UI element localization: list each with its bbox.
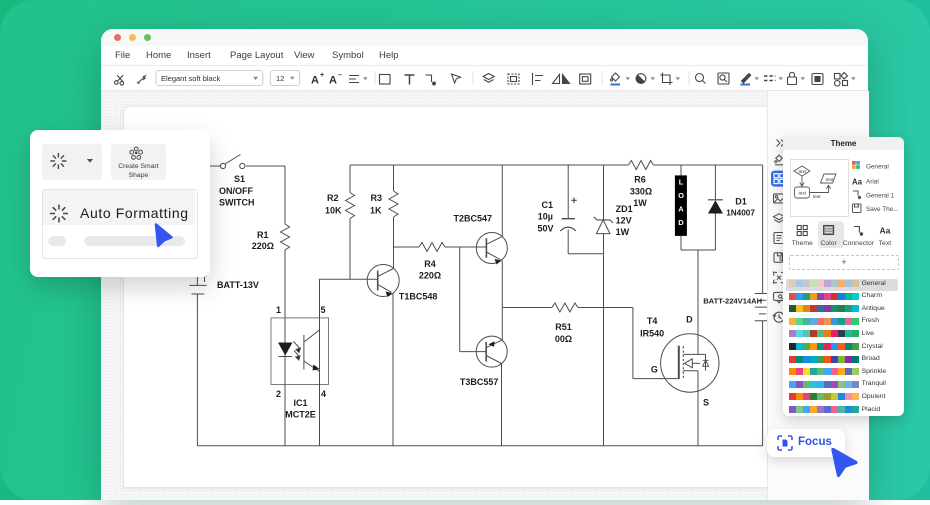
svg-text:A: A	[678, 205, 684, 214]
svg-text:1N4007: 1N4007	[726, 209, 755, 218]
svg-text:00Ω: 00Ω	[555, 334, 572, 344]
svg-text:1W: 1W	[616, 227, 630, 237]
svg-text:Aa: Aa	[879, 226, 890, 236]
svg-text:text: text	[798, 169, 806, 174]
svg-text:L: L	[679, 178, 684, 187]
svg-text:BATT-224V14AH: BATT-224V14AH	[703, 297, 762, 306]
svg-text:220Ω: 220Ω	[252, 241, 274, 251]
svg-text:R3: R3	[370, 193, 382, 203]
svg-text:R4: R4	[424, 259, 436, 269]
svg-text:4: 4	[321, 389, 326, 399]
svg-text:O: O	[678, 191, 684, 200]
svg-text:MCT2E: MCT2E	[285, 410, 316, 420]
svg-text:S: S	[703, 398, 709, 408]
svg-text:T1BC548: T1BC548	[399, 292, 438, 302]
svg-text:IC1: IC1	[293, 398, 307, 408]
svg-text:T4: T4	[647, 316, 658, 326]
svg-text:1W: 1W	[633, 198, 647, 208]
svg-text:Color: Color	[820, 240, 837, 247]
svg-text:Theme: Theme	[792, 240, 813, 247]
svg-text:Text: Text	[879, 240, 892, 247]
svg-text:BATT-13V: BATT-13V	[217, 280, 259, 290]
svg-text:IR540: IR540	[640, 329, 664, 339]
svg-text:330Ω: 330Ω	[630, 187, 652, 197]
svg-text:Save The...: Save The...	[866, 206, 899, 213]
svg-text:T3BC557: T3BC557	[460, 377, 499, 387]
svg-text:50V: 50V	[537, 224, 553, 234]
svg-text:10µ: 10µ	[538, 212, 553, 222]
svg-text:2: 2	[276, 389, 281, 399]
svg-text:text: text	[826, 177, 834, 182]
svg-text:D1: D1	[735, 197, 747, 207]
svg-text:C1: C1	[541, 200, 553, 210]
svg-text:D: D	[678, 218, 684, 227]
svg-text:5: 5	[321, 305, 326, 315]
svg-text:Connector: Connector	[843, 240, 875, 247]
svg-text:General 1: General 1	[866, 193, 895, 200]
svg-text:R1: R1	[257, 230, 269, 240]
svg-text:text: text	[798, 190, 806, 195]
svg-text:10K: 10K	[325, 206, 342, 216]
svg-text:ZD1: ZD1	[616, 204, 633, 214]
svg-text:1K: 1K	[370, 206, 382, 216]
svg-text:General: General	[866, 164, 889, 171]
svg-text:1: 1	[276, 305, 281, 315]
svg-text:D: D	[686, 315, 693, 325]
svg-text:R6: R6	[634, 175, 646, 185]
svg-text:S1: S1	[234, 174, 245, 184]
svg-text:220Ω: 220Ω	[419, 271, 441, 281]
svg-text:G: G	[651, 365, 658, 375]
svg-text:R51: R51	[555, 322, 572, 332]
svg-text:text: text	[813, 194, 821, 199]
svg-text:T2BC547: T2BC547	[454, 214, 493, 224]
svg-text:SWITCH: SWITCH	[219, 198, 255, 208]
svg-text:R2: R2	[327, 193, 339, 203]
svg-text:ON/OFF: ON/OFF	[219, 186, 253, 196]
svg-text:Arial: Arial	[866, 179, 879, 186]
svg-text:12V: 12V	[616, 216, 632, 226]
svg-text:Aa: Aa	[852, 178, 863, 187]
